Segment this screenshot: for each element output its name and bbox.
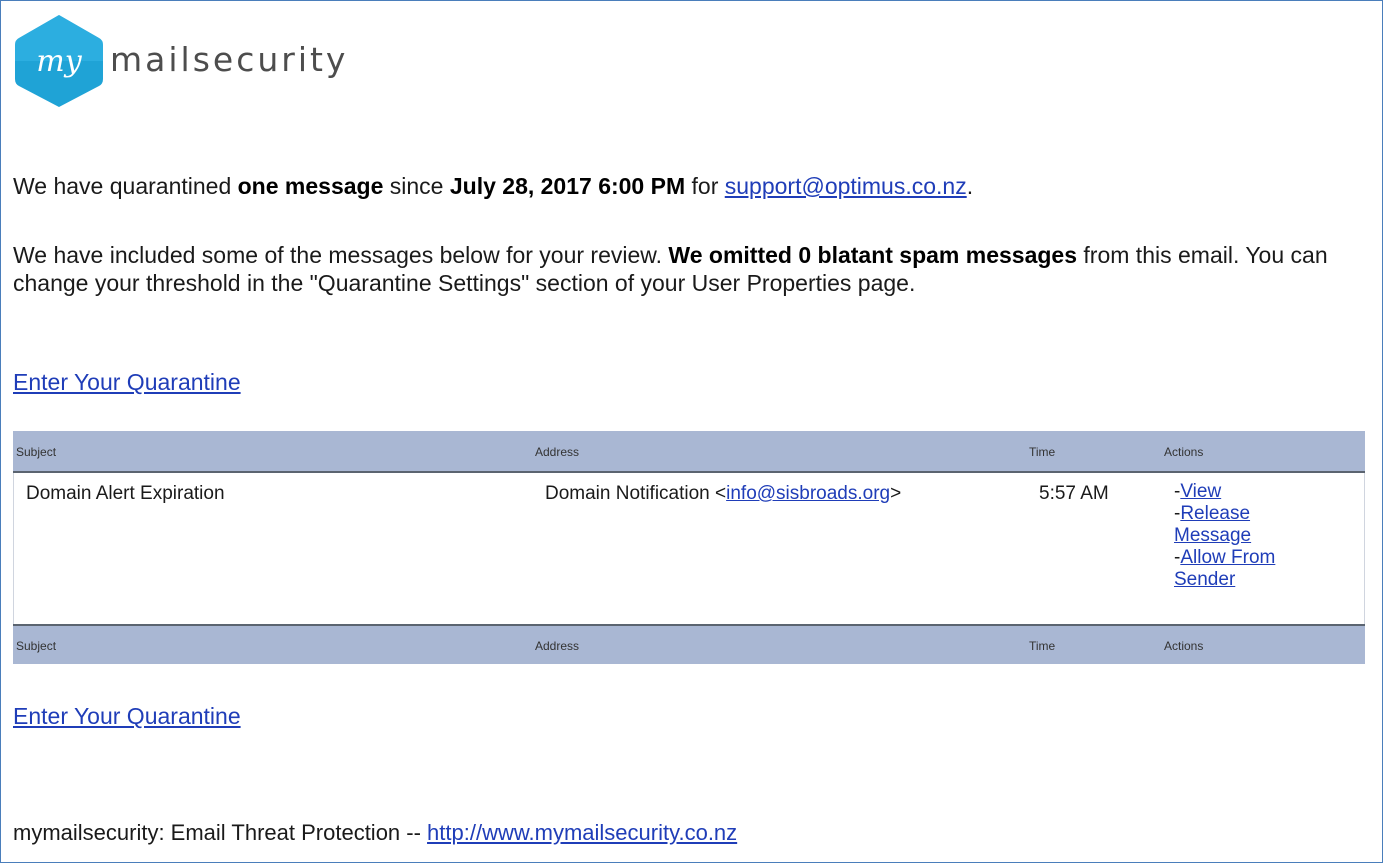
- quarantine-summary: We have quarantined one message since Ju…: [13, 173, 974, 199]
- sender-email-link[interactable]: info@sisbroads.org: [726, 483, 890, 504]
- mymailsecurity-logo: my mailsecurity: [13, 13, 345, 109]
- table-header: Subject Address Time Actions: [13, 431, 1365, 473]
- website-link[interactable]: http://www.mymailsecurity.co.nz: [427, 820, 737, 845]
- message-subject: Domain Alert Expiration: [26, 483, 225, 504]
- message-time: 5:57 AM: [1039, 483, 1109, 504]
- table-footer-header: Subject Address Time Actions: [13, 624, 1365, 664]
- enter-quarantine-link-top[interactable]: Enter Your Quarantine: [13, 368, 241, 396]
- logo-hexagon-icon: my: [15, 15, 103, 107]
- allow-from-sender-link-cont[interactable]: Sender: [1174, 569, 1235, 590]
- release-message-link-cont[interactable]: Message: [1174, 525, 1251, 546]
- logo-brand-text: mailsecurity: [110, 40, 349, 79]
- recipient-email-link[interactable]: support@optimus.co.nz: [725, 173, 967, 199]
- enter-quarantine-link-bottom[interactable]: Enter Your Quarantine: [13, 702, 241, 730]
- svg-text:my: my: [36, 44, 82, 79]
- col-address-header: Address: [535, 445, 580, 459]
- release-message-link[interactable]: Release: [1180, 503, 1250, 524]
- col-actions-header: Actions: [1164, 445, 1204, 459]
- message-address: Domain Notification <info@sisbroads.org>: [545, 483, 902, 504]
- quarantine-table: Subject Address Time Actions Domain Aler…: [13, 431, 1365, 664]
- message-actions: -View -Release Message -Allow From Sende…: [1174, 481, 1276, 590]
- footer: mymailsecurity: Email Threat Protection …: [13, 820, 738, 845]
- view-link[interactable]: View: [1180, 481, 1221, 502]
- review-notice: We have included some of the messages be…: [13, 242, 1328, 296]
- col-actions-footer: Actions: [1164, 639, 1204, 653]
- col-address-footer: Address: [535, 639, 580, 653]
- col-time-footer: Time: [1029, 639, 1056, 653]
- col-time-header: Time: [1029, 445, 1056, 459]
- col-subject-footer: Subject: [16, 639, 57, 653]
- table-row: Domain Alert Expiration Domain Notificat…: [13, 473, 1365, 624]
- allow-from-sender-link[interactable]: Allow From: [1180, 547, 1275, 568]
- col-subject-header: Subject: [16, 445, 57, 459]
